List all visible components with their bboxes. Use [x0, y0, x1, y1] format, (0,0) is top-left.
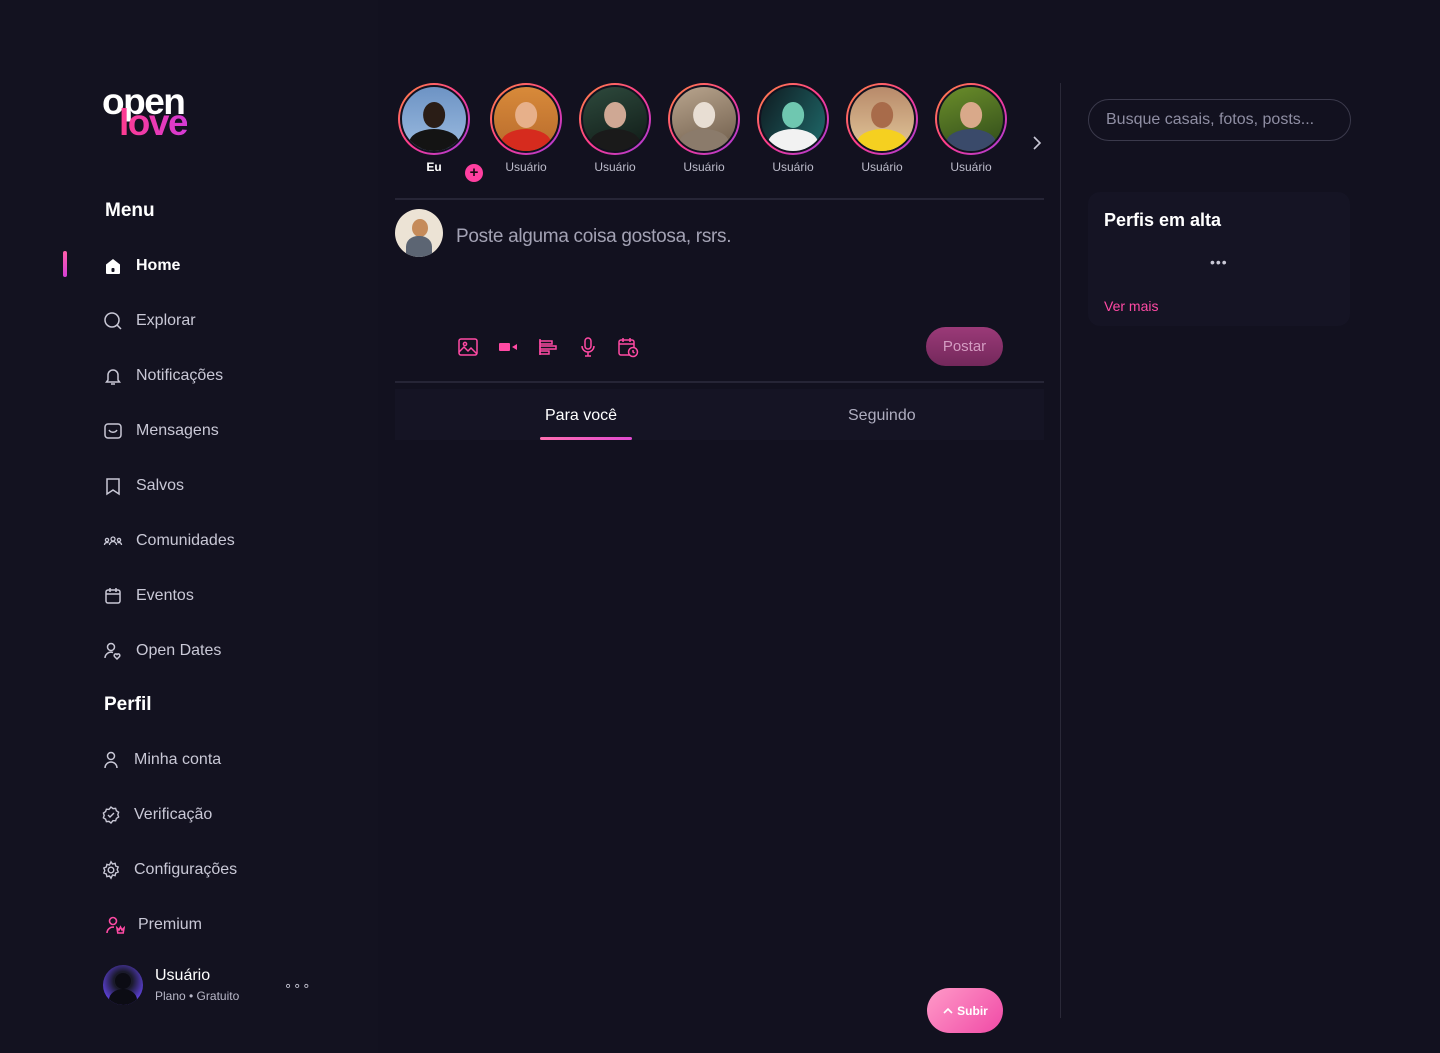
story-me[interactable]: Eu [398, 83, 470, 174]
sidebar-item-minha-conta[interactable]: Minha conta [100, 745, 221, 775]
sidebar: open love Menu Home Explorar Notificaçõe… [0, 0, 378, 1053]
scroll-top-button[interactable]: Subir [927, 988, 1003, 1033]
story-item[interactable]: Usuário [579, 83, 651, 174]
user-name: Usuário [155, 967, 211, 984]
dates-icon [102, 640, 124, 662]
current-user-card[interactable]: Usuário Plano • Gratuito [103, 965, 239, 1005]
trending-title: Perfis em alta [1104, 210, 1222, 230]
home-icon [102, 255, 124, 277]
sidebar-item-label: Notificações [136, 367, 224, 384]
loading-dots: ••• [1210, 254, 1228, 270]
sidebar-item-notificacoes[interactable]: Notificações [102, 361, 223, 391]
active-tab-underline [540, 437, 632, 440]
story-item[interactable]: Usuário [846, 83, 918, 174]
story-label: Usuário [772, 160, 814, 174]
bell-icon [102, 365, 124, 387]
divider [395, 198, 1044, 200]
sidebar-item-label: Home [136, 257, 181, 274]
sidebar-item-label: Configurações [134, 861, 238, 878]
video-icon[interactable] [496, 335, 520, 359]
sidebar-item-label: Verificação [134, 806, 213, 823]
menu-title: Menu [105, 200, 155, 221]
story-label: Usuário [950, 160, 992, 174]
microphone-icon[interactable] [576, 335, 600, 359]
sidebar-item-mensagens[interactable]: Mensagens [102, 416, 219, 446]
gear-icon [100, 859, 122, 881]
active-indicator [63, 251, 67, 277]
sidebar-item-open-dates[interactable]: Open Dates [102, 636, 221, 666]
sidebar-item-label: Open Dates [136, 642, 222, 659]
story-label: Usuário [594, 160, 636, 174]
poll-icon[interactable] [536, 335, 560, 359]
column-divider [1060, 83, 1061, 1018]
sidebar-item-home[interactable]: Home [102, 251, 180, 281]
sidebar-item-explorar[interactable]: Explorar [102, 306, 196, 336]
sidebar-item-label: Explorar [136, 312, 196, 329]
sidebar-item-label: Premium [138, 916, 203, 933]
verified-icon [100, 804, 122, 826]
tab-para-voce[interactable]: Para você [545, 407, 617, 425]
tab-seguindo[interactable]: Seguindo [848, 407, 916, 425]
open-love-logo[interactable]: open love [102, 82, 212, 144]
sidebar-item-premium[interactable]: Premium [104, 910, 202, 940]
premium-icon [104, 914, 126, 936]
story-label: Eu [426, 160, 442, 174]
logo-love: love [119, 102, 189, 143]
story-label: Usuário [861, 160, 903, 174]
more-options-icon[interactable]: ∘∘∘ [284, 978, 311, 994]
search-icon [102, 310, 124, 332]
story-label: Usuário [505, 160, 547, 174]
composer-avatar [395, 209, 443, 257]
calendar-icon [102, 585, 124, 607]
story-item[interactable]: Usuário [668, 83, 740, 174]
story-label: Usuário [683, 160, 725, 174]
community-icon [102, 530, 124, 552]
add-story-button[interactable]: + [465, 164, 483, 182]
search-input[interactable] [1088, 99, 1351, 141]
bookmark-icon [102, 475, 124, 497]
scroll-top-label: Subir [957, 1003, 988, 1018]
sidebar-item-comunidades[interactable]: Comunidades [102, 526, 235, 556]
chevron-right-icon[interactable] [1029, 133, 1045, 153]
sidebar-item-label: Mensagens [136, 422, 219, 439]
story-item[interactable]: Usuário [935, 83, 1007, 174]
post-composer-input[interactable] [456, 224, 1016, 250]
feed-tabs: Para você Seguindo [395, 389, 1044, 440]
chevron-up-icon [943, 1007, 953, 1014]
sidebar-item-verificacao[interactable]: Verificação [100, 800, 212, 830]
image-icon[interactable] [456, 335, 480, 359]
sidebar-item-salvos[interactable]: Salvos [102, 471, 184, 501]
sidebar-item-configuracoes[interactable]: Configurações [100, 855, 237, 885]
sidebar-item-eventos[interactable]: Eventos [102, 581, 194, 611]
profile-title: Perfil [104, 694, 152, 715]
user-icon [100, 749, 122, 771]
see-more-link[interactable]: Ver mais [1104, 298, 1158, 314]
composer-toolbar [456, 335, 640, 359]
trending-profiles-card: Perfis em alta ••• Ver mais [1088, 192, 1350, 326]
message-icon [102, 420, 124, 442]
sidebar-item-label: Eventos [136, 587, 194, 604]
user-plan: Plano • Gratuito [155, 989, 240, 1003]
sidebar-item-label: Minha conta [134, 751, 222, 768]
sidebar-item-label: Comunidades [136, 532, 235, 549]
avatar [103, 965, 143, 1005]
schedule-icon[interactable] [616, 335, 640, 359]
story-item[interactable]: Usuário [490, 83, 562, 174]
post-button[interactable]: Postar [926, 327, 1003, 366]
story-item[interactable]: Usuário [757, 83, 829, 174]
divider [395, 381, 1044, 383]
sidebar-item-label: Salvos [136, 477, 185, 494]
